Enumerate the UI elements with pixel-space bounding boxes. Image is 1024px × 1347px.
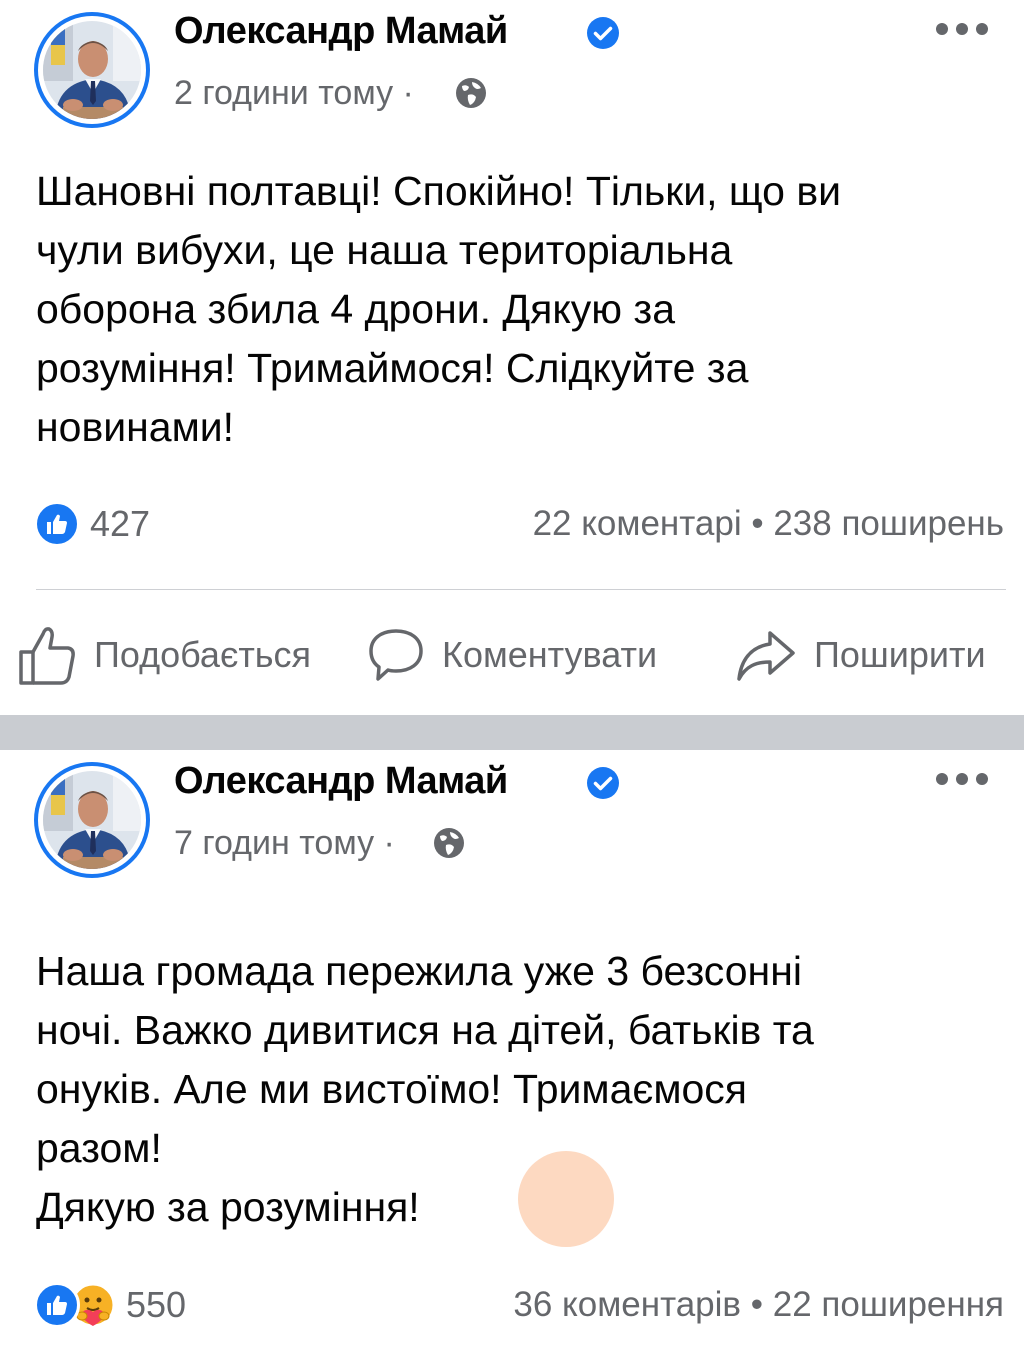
shares-count[interactable]: 238 поширень: [773, 504, 1004, 543]
reactions-summary[interactable]: 550: [34, 1281, 186, 1329]
post-timestamp[interactable]: 7 годин тому ·: [174, 824, 395, 863]
shares-count[interactable]: 22 поширення: [773, 1285, 1004, 1324]
post-text-line: онуків. Але ми вистоїмо! Тримаємося: [36, 1066, 748, 1112]
share-icon: [737, 631, 795, 681]
feed-separator: [0, 715, 1024, 750]
like-reaction-icon: [34, 501, 80, 547]
reactions-count: 427: [90, 503, 151, 544]
post-timestamp[interactable]: 2 години тому ·: [174, 74, 414, 113]
post-header: Олександр Мамай 7 годин тому ·: [0, 750, 1024, 880]
globe-icon: [456, 78, 486, 108]
profile-photo: [43, 21, 141, 119]
comments-count[interactable]: 22 коментарі: [533, 504, 742, 543]
post-text-line: чули вибухи, це наша територіальна: [36, 227, 733, 273]
post-text-line: розуміння! Тримаймося! Слідкуйте за: [36, 345, 749, 391]
avatar[interactable]: [34, 12, 150, 128]
like-reaction-icon: [34, 1282, 80, 1328]
comment-label: Коментувати: [442, 634, 658, 675]
post-text-line: Наша громада пережила уже 3 безсонні: [36, 948, 802, 994]
reactions-count: 550: [126, 1284, 187, 1325]
more-options-icon[interactable]: [936, 22, 988, 36]
engagement-counts: 36 коментарів • 22 поширення: [513, 1281, 1004, 1329]
like-button[interactable]: Подобається: [18, 620, 311, 690]
share-label: Поширити: [814, 634, 986, 675]
share-button[interactable]: Поширити: [736, 620, 986, 690]
post-text: Шановні полтавці! Спокійно! Тільки, що в…: [36, 162, 986, 457]
comments-count[interactable]: 36 коментарів: [513, 1285, 741, 1324]
divider: [36, 589, 1006, 590]
verified-badge-icon: [587, 767, 619, 799]
comment-icon: [369, 629, 423, 681]
more-options-icon[interactable]: [936, 772, 988, 786]
post-text-line: Шановні полтавці! Спокійно! Тільки, що в…: [36, 168, 842, 214]
comment-button[interactable]: Коментувати: [368, 620, 657, 690]
post-card: Олександр Мамай 7 годин тому · Наша гром…: [0, 750, 1024, 1347]
time-separator: ·: [402, 74, 414, 112]
post-stats: 427 22 коментарі • 238 поширень: [0, 500, 1024, 550]
news-feed: Олександр Мамай 2 години тому · Шановні …: [0, 0, 1024, 1347]
post-text-line: оборона збила 4 дрони. Дякую за: [36, 286, 676, 332]
post-text-line: ночі. Важко дивитися на дітей, батьків т…: [36, 1007, 814, 1053]
author-name[interactable]: Олександр Мамай: [174, 760, 508, 803]
globe-icon: [434, 828, 464, 858]
reactions-summary[interactable]: 427: [34, 500, 150, 548]
post-text-line: разом!: [36, 1125, 162, 1171]
author-name[interactable]: Олександр Мамай: [174, 10, 508, 53]
thumbs-up-icon: [19, 627, 75, 685]
time-text: 2 години тому: [174, 74, 394, 112]
post-stats: 550 36 коментарів • 22 поширення: [0, 1281, 1024, 1331]
post-card: Олександр Мамай 2 години тому · Шановні …: [0, 0, 1024, 715]
time-text: 7 годин тому: [174, 824, 375, 862]
engagement-counts: 22 коментарі • 238 поширень: [533, 500, 1004, 548]
profile-photo: [43, 771, 141, 869]
post-text-line: новинами!: [36, 404, 235, 450]
post-text: Наша громада пережила уже 3 безсонні ноч…: [36, 942, 986, 1237]
like-label: Подобається: [94, 634, 312, 675]
time-separator: ·: [383, 824, 395, 862]
post-actions: Подобається Коментувати Поширити: [0, 620, 1024, 690]
post-text-line: Дякую за розуміння!: [36, 1184, 420, 1230]
avatar[interactable]: [34, 762, 150, 878]
verified-badge-icon: [587, 17, 619, 49]
post-header: Олександр Мамай 2 години тому ·: [0, 0, 1024, 130]
dot-separator: •: [751, 504, 764, 543]
emoji-placeholder-icon: [518, 1151, 614, 1247]
dot-separator: •: [750, 1285, 764, 1324]
